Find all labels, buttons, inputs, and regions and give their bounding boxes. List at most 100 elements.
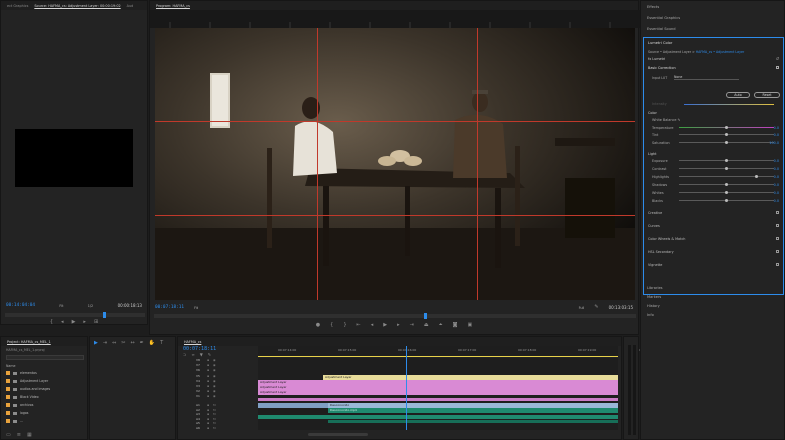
toggle-sync-lock-icon[interactable]: ▪	[207, 379, 209, 383]
audio-track-header[interactable]: A6 ▪ M	[196, 426, 256, 430]
slider-knob[interactable]	[725, 199, 728, 202]
mute-icon[interactable]: M	[213, 421, 216, 425]
slider-value[interactable]: 0.0	[774, 191, 779, 195]
new-bin-icon[interactable]: ▭	[6, 433, 11, 438]
panel-essential-graphics[interactable]: Essential Graphics	[647, 16, 680, 20]
toggle-sync-lock-icon[interactable]: ▪	[207, 363, 209, 367]
timeline-ruler[interactable]: 00:07:14:00 00:07:15:00 00:07:16:00 00:07:1…	[258, 346, 656, 356]
source-ratio[interactable]: 1/2	[88, 304, 93, 308]
panel-markers[interactable]: Markers	[647, 295, 661, 299]
razor-tool-icon[interactable]: ✂	[121, 341, 125, 346]
adjustment-slider[interactable]	[679, 133, 774, 136]
toggle-output-icon[interactable]: ◉	[213, 379, 216, 383]
mark-out-icon[interactable]: }	[343, 323, 346, 328]
tab-essential-graphics[interactable]: ect Graphics	[7, 4, 28, 8]
input-lut-select[interactable]: None	[674, 75, 739, 80]
lumetri-section-header[interactable]: Vignette	[648, 263, 662, 267]
adjustment-slider[interactable]	[679, 141, 774, 144]
section-enable-checkbox[interactable]	[776, 211, 779, 214]
adjustment-slider[interactable]	[679, 191, 774, 194]
toggle-sync-lock-icon[interactable]: ▪	[207, 412, 209, 416]
reset-button[interactable]: Reset	[754, 92, 780, 98]
slider-knob[interactable]	[725, 183, 728, 186]
lumetri-sequence-clip[interactable]: HAFMA_cs • Adjustment Layer	[696, 50, 744, 54]
mute-icon[interactable]: M	[213, 417, 216, 421]
slider-knob[interactable]	[725, 126, 728, 129]
mute-icon[interactable]: M	[213, 426, 216, 430]
adjustment-slider[interactable]	[679, 159, 774, 162]
reset-effect-icon[interactable]: ↺	[776, 56, 779, 61]
pen-tool-icon[interactable]: ✒	[140, 341, 144, 346]
marker-icon[interactable]: ▼	[200, 353, 203, 357]
source-timecode[interactable]: 00:14:04:04	[6, 303, 35, 308]
mute-icon[interactable]: M	[213, 403, 216, 407]
toggle-sync-lock-icon[interactable]: ▪	[207, 358, 209, 362]
lumetri-effect[interactable]: fx Lumetri	[648, 57, 665, 61]
wrench-icon[interactable]: ✎	[594, 305, 598, 310]
toggle-output-icon[interactable]: ◉	[213, 374, 216, 378]
video-track-header[interactable]: V6 ▪ ◉	[196, 368, 256, 372]
video-track-header[interactable]: V4 ▪ ◉	[196, 379, 256, 383]
source-fit[interactable]: Fit	[59, 304, 63, 308]
adjustment-slider[interactable]	[679, 183, 774, 186]
adjustment-slider[interactable]	[679, 199, 774, 202]
slider-value[interactable]: 0.0	[774, 199, 779, 203]
lumetri-source-clip[interactable]: Source • Adjustment Layer	[648, 50, 691, 54]
slider-value[interactable]: 0.0	[774, 175, 779, 179]
clip-adjustment-pink-4[interactable]	[258, 398, 618, 401]
toggle-sync-lock-icon[interactable]: ▪	[207, 426, 209, 430]
step-forward-icon[interactable]: ▸	[83, 320, 86, 325]
slider-knob[interactable]	[725, 133, 728, 136]
ripple-edit-icon[interactable]: ⇔	[112, 341, 116, 346]
lumetri-section-header[interactable]: Curves	[648, 224, 660, 228]
basic-correction-header[interactable]: Basic Correction	[648, 66, 676, 70]
linked-selection-icon[interactable]: ∞	[191, 353, 194, 357]
slider-knob[interactable]	[725, 191, 728, 194]
tab-program[interactable]: Program: HAFMA_cs	[156, 4, 190, 8]
track-select-icon[interactable]: ⇥	[103, 341, 107, 346]
panel-essential-sound[interactable]: Essential Sound	[647, 27, 676, 31]
toggle-sync-lock-icon[interactable]: ▪	[207, 421, 209, 425]
mute-icon[interactable]: M	[213, 412, 216, 416]
toggle-sync-lock-icon[interactable]: ▪	[207, 368, 209, 372]
toggle-output-icon[interactable]: ◉	[213, 358, 216, 362]
wrench-icon[interactable]: ✎	[208, 353, 211, 357]
step-back-icon[interactable]: ◂	[61, 320, 64, 325]
panel-history[interactable]: History	[647, 304, 660, 308]
section-enable-checkbox[interactable]	[776, 250, 779, 253]
toggle-sync-lock-icon[interactable]: ▪	[207, 408, 209, 412]
icon-view-icon[interactable]: ▦	[27, 433, 32, 438]
go-to-out-icon[interactable]: ⇥	[410, 323, 414, 328]
panel-libraries[interactable]: Libraries	[647, 286, 663, 290]
audio-track-header[interactable]: A5 ▪ M	[196, 421, 256, 425]
slider-knob[interactable]	[725, 167, 728, 170]
toggle-sync-lock-icon[interactable]: ▪	[207, 374, 209, 378]
hand-tool-icon[interactable]: ✋	[149, 341, 155, 346]
mute-icon[interactable]: M	[213, 408, 216, 412]
eyedropper-icon[interactable]: ✎	[678, 118, 681, 122]
slider-value[interactable]: 0.0	[774, 126, 779, 130]
tab-project[interactable]: Project: HAFMA_cs_MEL_1	[7, 340, 51, 344]
comparison-view-icon[interactable]: ▣	[467, 323, 472, 328]
audio-track-header[interactable]: A4 ▪ M	[196, 417, 256, 421]
clip-a2[interactable]	[258, 415, 618, 419]
toggle-output-icon[interactable]: ◉	[213, 384, 216, 388]
lumetri-title[interactable]: Lumetri Color	[648, 41, 672, 45]
project-search-input[interactable]	[6, 355, 84, 360]
video-track-header[interactable]: V7 ▪ ◉	[196, 363, 256, 367]
slider-knob[interactable]	[755, 175, 759, 178]
project-item[interactable]: archivos	[6, 402, 84, 408]
mark-in-icon[interactable]: {	[330, 323, 333, 328]
slider-value[interactable]: 0.0	[774, 183, 779, 187]
panel-info[interactable]: Info	[647, 313, 654, 317]
project-item[interactable]: ...	[6, 418, 84, 424]
video-track-header[interactable]: V1 ▪ ◉	[196, 394, 256, 398]
slider-value[interactable]: 0.0	[774, 167, 779, 171]
slider-value[interactable]: 0.0	[774, 159, 779, 163]
toggle-output-icon[interactable]: ◉	[213, 389, 216, 393]
selection-tool-icon[interactable]: ▶	[94, 341, 98, 346]
toggle-sync-lock-icon[interactable]: ▪	[207, 389, 209, 393]
toggle-sync-lock-icon[interactable]: ▪	[207, 417, 209, 421]
play-icon[interactable]: ▶	[383, 323, 387, 328]
video-track-header[interactable]: V3 ▪ ◉	[196, 384, 256, 388]
